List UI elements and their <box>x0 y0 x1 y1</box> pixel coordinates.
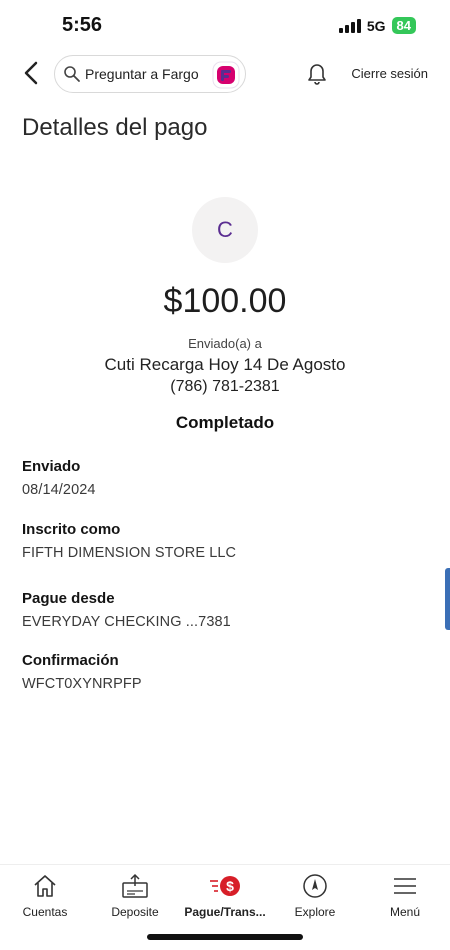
detail-value: 08/14/2024 <box>22 482 96 498</box>
payment-status: Completado <box>175 413 275 432</box>
page-title: Detalles del pago <box>22 114 208 141</box>
bottom-nav: Cuentas Deposite $ Pague/Trans... Explor… <box>0 864 450 926</box>
notifications-bell-icon[interactable] <box>305 60 329 86</box>
nav-accounts[interactable]: Cuentas <box>0 865 90 926</box>
fargo-assistant-icon[interactable] <box>212 61 240 89</box>
search-icon <box>64 66 80 82</box>
status-time: 5:56 <box>62 14 103 36</box>
sent-to-label: Enviado(a) a <box>188 336 262 351</box>
nav-label: Cuentas <box>22 905 68 919</box>
detail-sent-date: Enviado 08/14/2024 <box>22 458 96 498</box>
battery-icon: 84 <box>391 17 416 34</box>
payment-amount: $100.00 <box>163 282 287 320</box>
avatar-initial: C <box>217 217 233 242</box>
status-indicators: 5G 84 <box>338 17 416 34</box>
recipient-avatar: C <box>192 197 258 263</box>
deposit-icon <box>122 873 148 898</box>
detail-enrolled-as: Inscrito como FIFTH DIMENSION STORE LLC <box>22 521 236 561</box>
nav-label: Explore <box>294 905 336 919</box>
detail-value: EVERYDAY CHECKING ...7381 <box>22 614 231 630</box>
svg-text:$: $ <box>226 878 234 894</box>
nav-pay-transfer[interactable]: $ Pague/Trans... <box>180 865 270 926</box>
search-placeholder: Preguntar a Fargo <box>85 66 199 82</box>
home-icon <box>34 875 56 897</box>
scroll-indicator[interactable] <box>445 568 450 630</box>
detail-label: Confirmación <box>22 652 119 669</box>
menu-icon <box>394 878 416 894</box>
detail-value: WFCT0XYNRPFP <box>22 676 142 692</box>
pay-transfer-icon: $ <box>210 876 240 896</box>
detail-label: Inscrito como <box>22 521 121 538</box>
status-bar: 5:56 5G 84 <box>0 0 450 48</box>
nav-label: Deposite <box>111 905 159 919</box>
home-indicator[interactable] <box>147 934 303 940</box>
detail-label: Enviado <box>22 458 81 475</box>
nav-deposit[interactable]: Deposite <box>90 865 180 926</box>
detail-label: Pague desde <box>22 590 115 607</box>
search-input[interactable]: Preguntar a Fargo <box>54 55 246 93</box>
sign-out-link[interactable]: Cierre sesión <box>351 66 428 81</box>
compass-icon <box>303 874 327 898</box>
detail-value: FIFTH DIMENSION STORE LLC <box>22 545 237 561</box>
top-nav: Preguntar a Fargo Cierre sesión <box>0 52 450 96</box>
recipient-phone: (786) 781-2381 <box>170 378 280 395</box>
back-icon[interactable] <box>20 58 44 88</box>
network-type: 5G <box>366 17 386 34</box>
recipient-name: Cuti Recarga Hoy 14 De Agosto <box>104 355 346 374</box>
signal-icon <box>338 18 361 33</box>
nav-label: Menú <box>389 905 421 919</box>
detail-pay-from: Pague desde EVERYDAY CHECKING ...7381 <box>22 590 231 630</box>
nav-label: Pague/Trans... <box>184 905 266 919</box>
nav-menu[interactable]: Menú <box>360 865 450 926</box>
detail-confirmation: Confirmación WFCT0XYNRPFP <box>22 652 142 692</box>
nav-explore[interactable]: Explore <box>270 865 360 926</box>
